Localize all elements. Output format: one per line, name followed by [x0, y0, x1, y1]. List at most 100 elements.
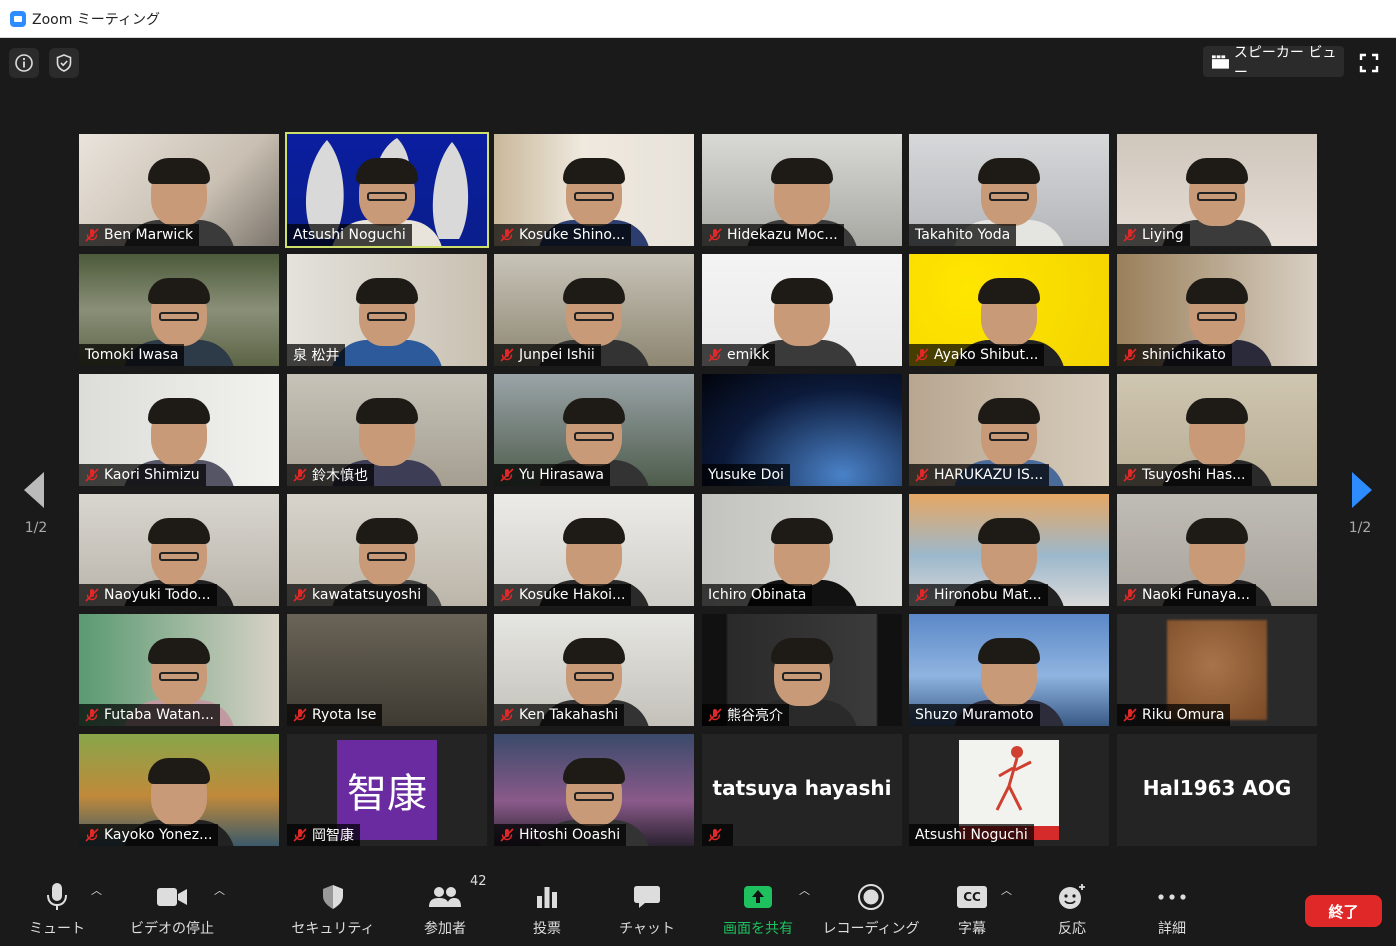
participant-tile[interactable]: Ben Marwick	[79, 134, 279, 246]
next-page-button[interactable]: 1/2	[1340, 468, 1380, 548]
participant-tile[interactable]: kawatatsuyoshi	[287, 494, 487, 606]
participant-tile[interactable]: tatsuya hayashi	[702, 734, 902, 846]
name-plate: Kosuke Hakoi...	[494, 584, 632, 606]
participant-tile[interactable]: Tomoki Iwasa	[79, 254, 279, 366]
participant-name: kawatatsuyoshi	[312, 587, 422, 603]
participant-name: Junpei Ishii	[519, 347, 595, 363]
participant-tile[interactable]: Kosuke Shino...	[494, 134, 694, 246]
share-options-caret-icon[interactable]: ︿	[799, 882, 810, 898]
participant-tile[interactable]: 智康 岡智康	[287, 734, 487, 846]
participant-tile[interactable]: Hal1963 AOG	[1117, 734, 1317, 846]
end-meeting-button[interactable]: 終了	[1305, 895, 1382, 927]
arrow-right-icon	[1352, 472, 1372, 508]
participant-tile[interactable]: Ryota Ise	[287, 614, 487, 726]
participant-tile[interactable]: Tsuyoshi Has...	[1117, 374, 1317, 486]
mute-options-caret-icon[interactable]: ︿	[91, 882, 102, 898]
captions-options-caret-icon[interactable]: ︿	[1001, 882, 1012, 898]
participant-name: Kosuke Hakoi...	[519, 587, 626, 603]
participants-button[interactable]: 42 参加者	[390, 874, 500, 938]
chat-button[interactable]: チャット	[592, 880, 702, 938]
name-plate: shinichikato	[1117, 344, 1232, 366]
participant-tile[interactable]: emikk	[702, 254, 902, 366]
name-plate: Atsushi Noguchi	[909, 824, 1034, 846]
info-icon[interactable]	[9, 48, 39, 78]
participant-tile[interactable]: Naoki Funaya...	[1117, 494, 1317, 606]
name-plate: Naoki Funaya...	[1117, 584, 1256, 606]
window-title: Zoom ミーティング	[32, 11, 160, 28]
muted-mic-icon	[913, 346, 931, 364]
participant-display-name: tatsuya hayashi	[712, 776, 892, 800]
participant-tile[interactable]: Atsushi Noguchi	[285, 132, 489, 248]
name-plate: Ben Marwick	[79, 224, 200, 246]
muted-mic-icon	[498, 346, 516, 364]
participant-tile[interactable]: Naoyuki Todo...	[79, 494, 279, 606]
name-plate: Hironobu Mat...	[909, 584, 1048, 606]
participant-tile[interactable]: 鈴木慎也	[287, 374, 487, 486]
polls-button[interactable]: 投票	[492, 880, 602, 938]
share-screen-label: 画面を共有	[723, 921, 793, 937]
muted-mic-icon	[83, 226, 101, 244]
participant-tile[interactable]: Ayako Shibut...	[909, 254, 1109, 366]
shield-icon[interactable]	[49, 48, 79, 78]
participant-name: emikk	[727, 347, 770, 363]
muted-mic-icon	[913, 466, 931, 484]
fullscreen-icon[interactable]	[1356, 50, 1382, 76]
participant-tile[interactable]: Shuzo Muramoto	[909, 614, 1109, 726]
arrow-left-icon	[24, 472, 44, 508]
stop-video-label: ビデオの停止	[130, 921, 214, 937]
participant-tile[interactable]: Atsushi Noguchi	[909, 734, 1109, 846]
participant-tile[interactable]: Takahito Yoda	[909, 134, 1109, 246]
muted-mic-icon	[498, 466, 516, 484]
participant-tile[interactable]: Junpei Ishii	[494, 254, 694, 366]
participant-tile[interactable]: Yusuke Doi	[702, 374, 902, 486]
page-indicator-left: 1/2	[24, 520, 48, 536]
participant-name: Shuzo Muramoto	[915, 707, 1034, 723]
participant-tile[interactable]: Hironobu Mat...	[909, 494, 1109, 606]
video-options-caret-icon[interactable]: ︿	[214, 882, 225, 898]
participant-name: Hitoshi Ooashi	[519, 827, 621, 843]
muted-mic-icon	[913, 586, 931, 604]
participant-tile[interactable]: Kayoko Yonez...	[79, 734, 279, 846]
participant-tile[interactable]: Ichiro Obinata	[702, 494, 902, 606]
participant-tile[interactable]: Kaori Shimizu	[79, 374, 279, 486]
participant-name: Ken Takahashi	[519, 707, 619, 723]
muted-mic-icon	[291, 826, 309, 844]
participant-name: Ichiro Obinata	[708, 587, 807, 603]
muted-mic-icon	[706, 346, 724, 364]
participant-tile[interactable]: HARUKAZU IS...	[909, 374, 1109, 486]
participant-tile[interactable]: 熊谷亮介	[702, 614, 902, 726]
security-button[interactable]: セキュリティ	[278, 880, 388, 938]
grid-view-icon	[1211, 54, 1229, 69]
stop-video-button[interactable]: ビデオの停止	[117, 880, 227, 938]
participant-tile[interactable]: Ken Takahashi	[494, 614, 694, 726]
participant-name: Yusuke Doi	[708, 467, 784, 483]
chat-label: チャット	[619, 921, 675, 937]
reactions-button[interactable]: 反応	[1017, 880, 1127, 938]
muted-mic-icon	[1121, 586, 1139, 604]
share-screen-button[interactable]: 画面を共有	[703, 880, 813, 938]
participant-tile[interactable]: Futaba Watan...	[79, 614, 279, 726]
participant-tile[interactable]: Riku Omura	[1117, 614, 1317, 726]
record-button[interactable]: レコーディング	[816, 880, 926, 938]
speaker-view-button[interactable]: スピーカー ビュー	[1203, 45, 1344, 81]
zoom-logo-icon	[10, 10, 26, 27]
more-label: 詳細	[1158, 921, 1186, 937]
participant-tile[interactable]: Yu Hirasawa	[494, 374, 694, 486]
participant-tile[interactable]: 泉 松井	[287, 254, 487, 366]
participant-name: Ayako Shibut...	[934, 347, 1039, 363]
participant-tile[interactable]: Kosuke Hakoi...	[494, 494, 694, 606]
participant-name: Ryota Ise	[312, 707, 377, 723]
participant-tile[interactable]: Hidekazu Moc...	[702, 134, 902, 246]
participant-tile[interactable]: shinichikato	[1117, 254, 1317, 366]
name-plate: Ichiro Obinata	[702, 584, 813, 606]
name-plate: Naoyuki Todo...	[79, 584, 217, 606]
participant-tile[interactable]: Hitoshi Ooashi	[494, 734, 694, 846]
participant-tile[interactable]: Liying	[1117, 134, 1317, 246]
name-plate: Junpei Ishii	[494, 344, 601, 366]
name-plate: Shuzo Muramoto	[909, 704, 1040, 726]
prev-page-button[interactable]: 1/2	[16, 468, 56, 548]
name-plate: Ken Takahashi	[494, 704, 625, 726]
muted-mic-icon	[291, 466, 309, 484]
muted-mic-icon	[498, 706, 516, 724]
more-button[interactable]: 詳細	[1117, 880, 1227, 938]
